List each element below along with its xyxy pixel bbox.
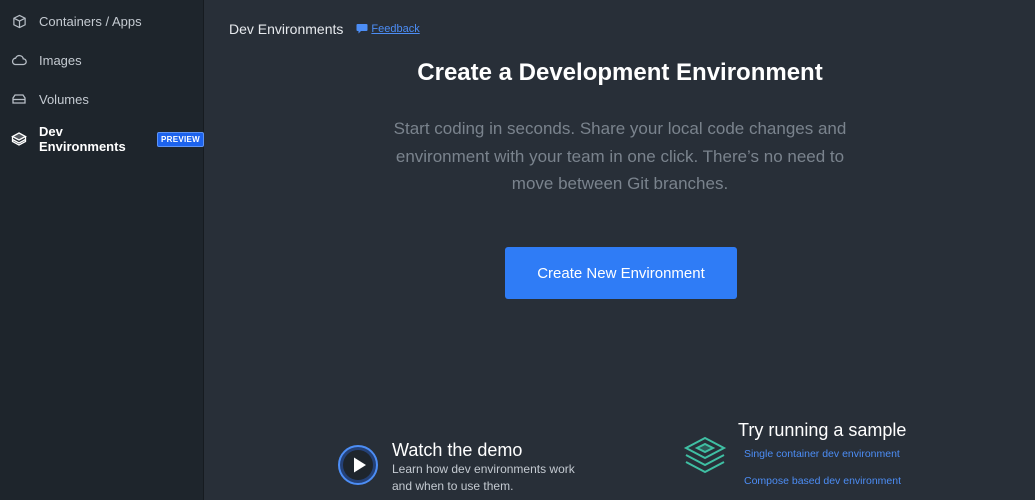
create-new-environment-button[interactable]: Create New Environment — [505, 247, 737, 299]
play-icon[interactable] — [337, 444, 379, 486]
try-sample-section: Try running a sample Single container de… — [683, 418, 943, 500]
volume-icon — [11, 91, 27, 107]
speech-bubble-icon — [356, 23, 368, 35]
single-container-sample-link[interactable]: Single container dev environment — [744, 448, 900, 460]
try-sample-title: Try running a sample — [738, 420, 907, 440]
hero-description: Start coding in seconds. Share your loca… — [393, 119, 847, 193]
sidebar-item-label: Containers / Apps — [39, 13, 142, 29]
sidebar-item-label: Images — [39, 52, 82, 68]
sidebar-item-dev-environments[interactable]: Dev Environments PREVIEW — [0, 124, 204, 154]
dev-environments-icon — [11, 131, 27, 147]
cloud-icon — [11, 52, 27, 68]
sidebar-item-images[interactable]: Images — [0, 47, 204, 73]
sample-stack-icon — [683, 436, 727, 476]
page-header: Dev Environments Feedback — [229, 21, 420, 37]
main-content: Dev Environments Feedback Create a Devel… — [205, 0, 1035, 500]
feedback-link[interactable]: Feedback — [356, 23, 420, 35]
watch-demo-title: Watch the demo — [392, 440, 523, 460]
sidebar-item-volumes[interactable]: Volumes — [0, 86, 204, 112]
watch-demo-description: Learn how dev environments work and when… — [392, 462, 575, 493]
containers-icon — [11, 13, 27, 29]
page-title: Dev Environments — [229, 21, 344, 37]
sidebar-item-label: Dev Environments — [39, 124, 126, 154]
sidebar-item-containers-apps[interactable]: Containers / Apps — [0, 8, 204, 34]
hero-title: Create a Development Environment — [417, 59, 823, 86]
feedback-label: Feedback — [371, 23, 420, 35]
sidebar: Containers / Apps Images Volumes Dev Env… — [0, 0, 204, 500]
watch-demo-section: Watch the demo Learn how dev environment… — [337, 440, 597, 500]
compose-sample-link[interactable]: Compose based dev environment — [744, 475, 901, 487]
preview-badge: PREVIEW — [157, 131, 204, 147]
sidebar-item-label: Volumes — [39, 91, 89, 107]
